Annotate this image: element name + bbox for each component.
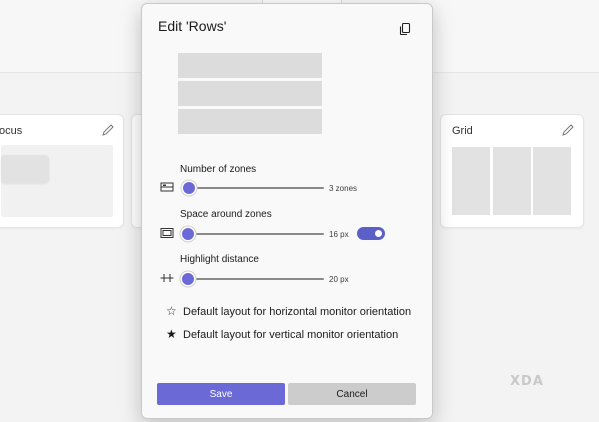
slider-thumb[interactable] <box>181 273 194 285</box>
slider-track <box>182 278 324 280</box>
slider-track <box>182 233 324 235</box>
layout-card-title: ocus <box>0 125 23 137</box>
zone-spacing-icon <box>160 228 174 238</box>
edit-pencil-icon[interactable] <box>561 123 575 137</box>
zone-preview-row <box>178 81 322 106</box>
zone-preview-row <box>178 109 322 134</box>
copy-icon[interactable] <box>398 22 412 36</box>
layout-zone <box>452 147 490 215</box>
layout-card-title: Grid <box>452 125 473 137</box>
watermark-logo: XDA <box>510 374 544 389</box>
default-horizontal-option[interactable]: ☆ Default layout for horizontal monitor o… <box>166 304 411 318</box>
space-around-zones-label: Space around zones <box>180 209 272 220</box>
zone-preview-row <box>178 53 322 78</box>
number-of-zones-slider[interactable] <box>182 182 324 194</box>
save-button[interactable]: Save <box>157 383 285 405</box>
zones-count-icon <box>160 182 174 192</box>
layout-zone <box>493 147 531 215</box>
number-of-zones-label: Number of zones <box>180 164 257 175</box>
layout-zone <box>1 155 49 183</box>
default-horizontal-label: Default layout for horizontal monitor or… <box>183 306 412 318</box>
number-of-zones-value: 3 zones <box>329 184 358 193</box>
toggle-knob <box>375 230 382 237</box>
highlight-distance-label: Highlight distance <box>180 254 259 265</box>
star-filled-icon[interactable]: ★ <box>166 327 180 341</box>
space-around-zones-value: 16 px <box>329 230 349 239</box>
cancel-button[interactable]: Cancel <box>288 383 416 405</box>
slider-track <box>182 187 324 189</box>
default-vertical-option[interactable]: ★ Default layout for vertical monitor ori… <box>166 327 398 341</box>
edit-layout-dialog: Edit 'Rows' Number of zones 3 zones Spac… <box>141 3 433 419</box>
default-vertical-label: Default layout for vertical monitor orie… <box>183 329 399 341</box>
layout-preview <box>1 145 113 217</box>
star-outline-icon[interactable]: ☆ <box>166 304 180 318</box>
layout-card-grid[interactable]: Grid <box>440 114 584 228</box>
dialog-title: Edit 'Rows' <box>158 18 227 34</box>
space-around-zones-toggle[interactable] <box>357 227 385 240</box>
layout-zone <box>533 147 571 215</box>
slider-thumb[interactable] <box>181 228 194 240</box>
space-around-zones-slider[interactable] <box>181 228 324 240</box>
highlight-distance-icon <box>160 274 174 282</box>
highlight-distance-value: 20 px <box>329 275 349 284</box>
slider-thumb[interactable] <box>183 182 196 194</box>
layout-card-focus[interactable]: ocus <box>0 114 124 228</box>
highlight-distance-slider[interactable] <box>181 273 324 285</box>
edit-pencil-icon[interactable] <box>101 123 115 137</box>
